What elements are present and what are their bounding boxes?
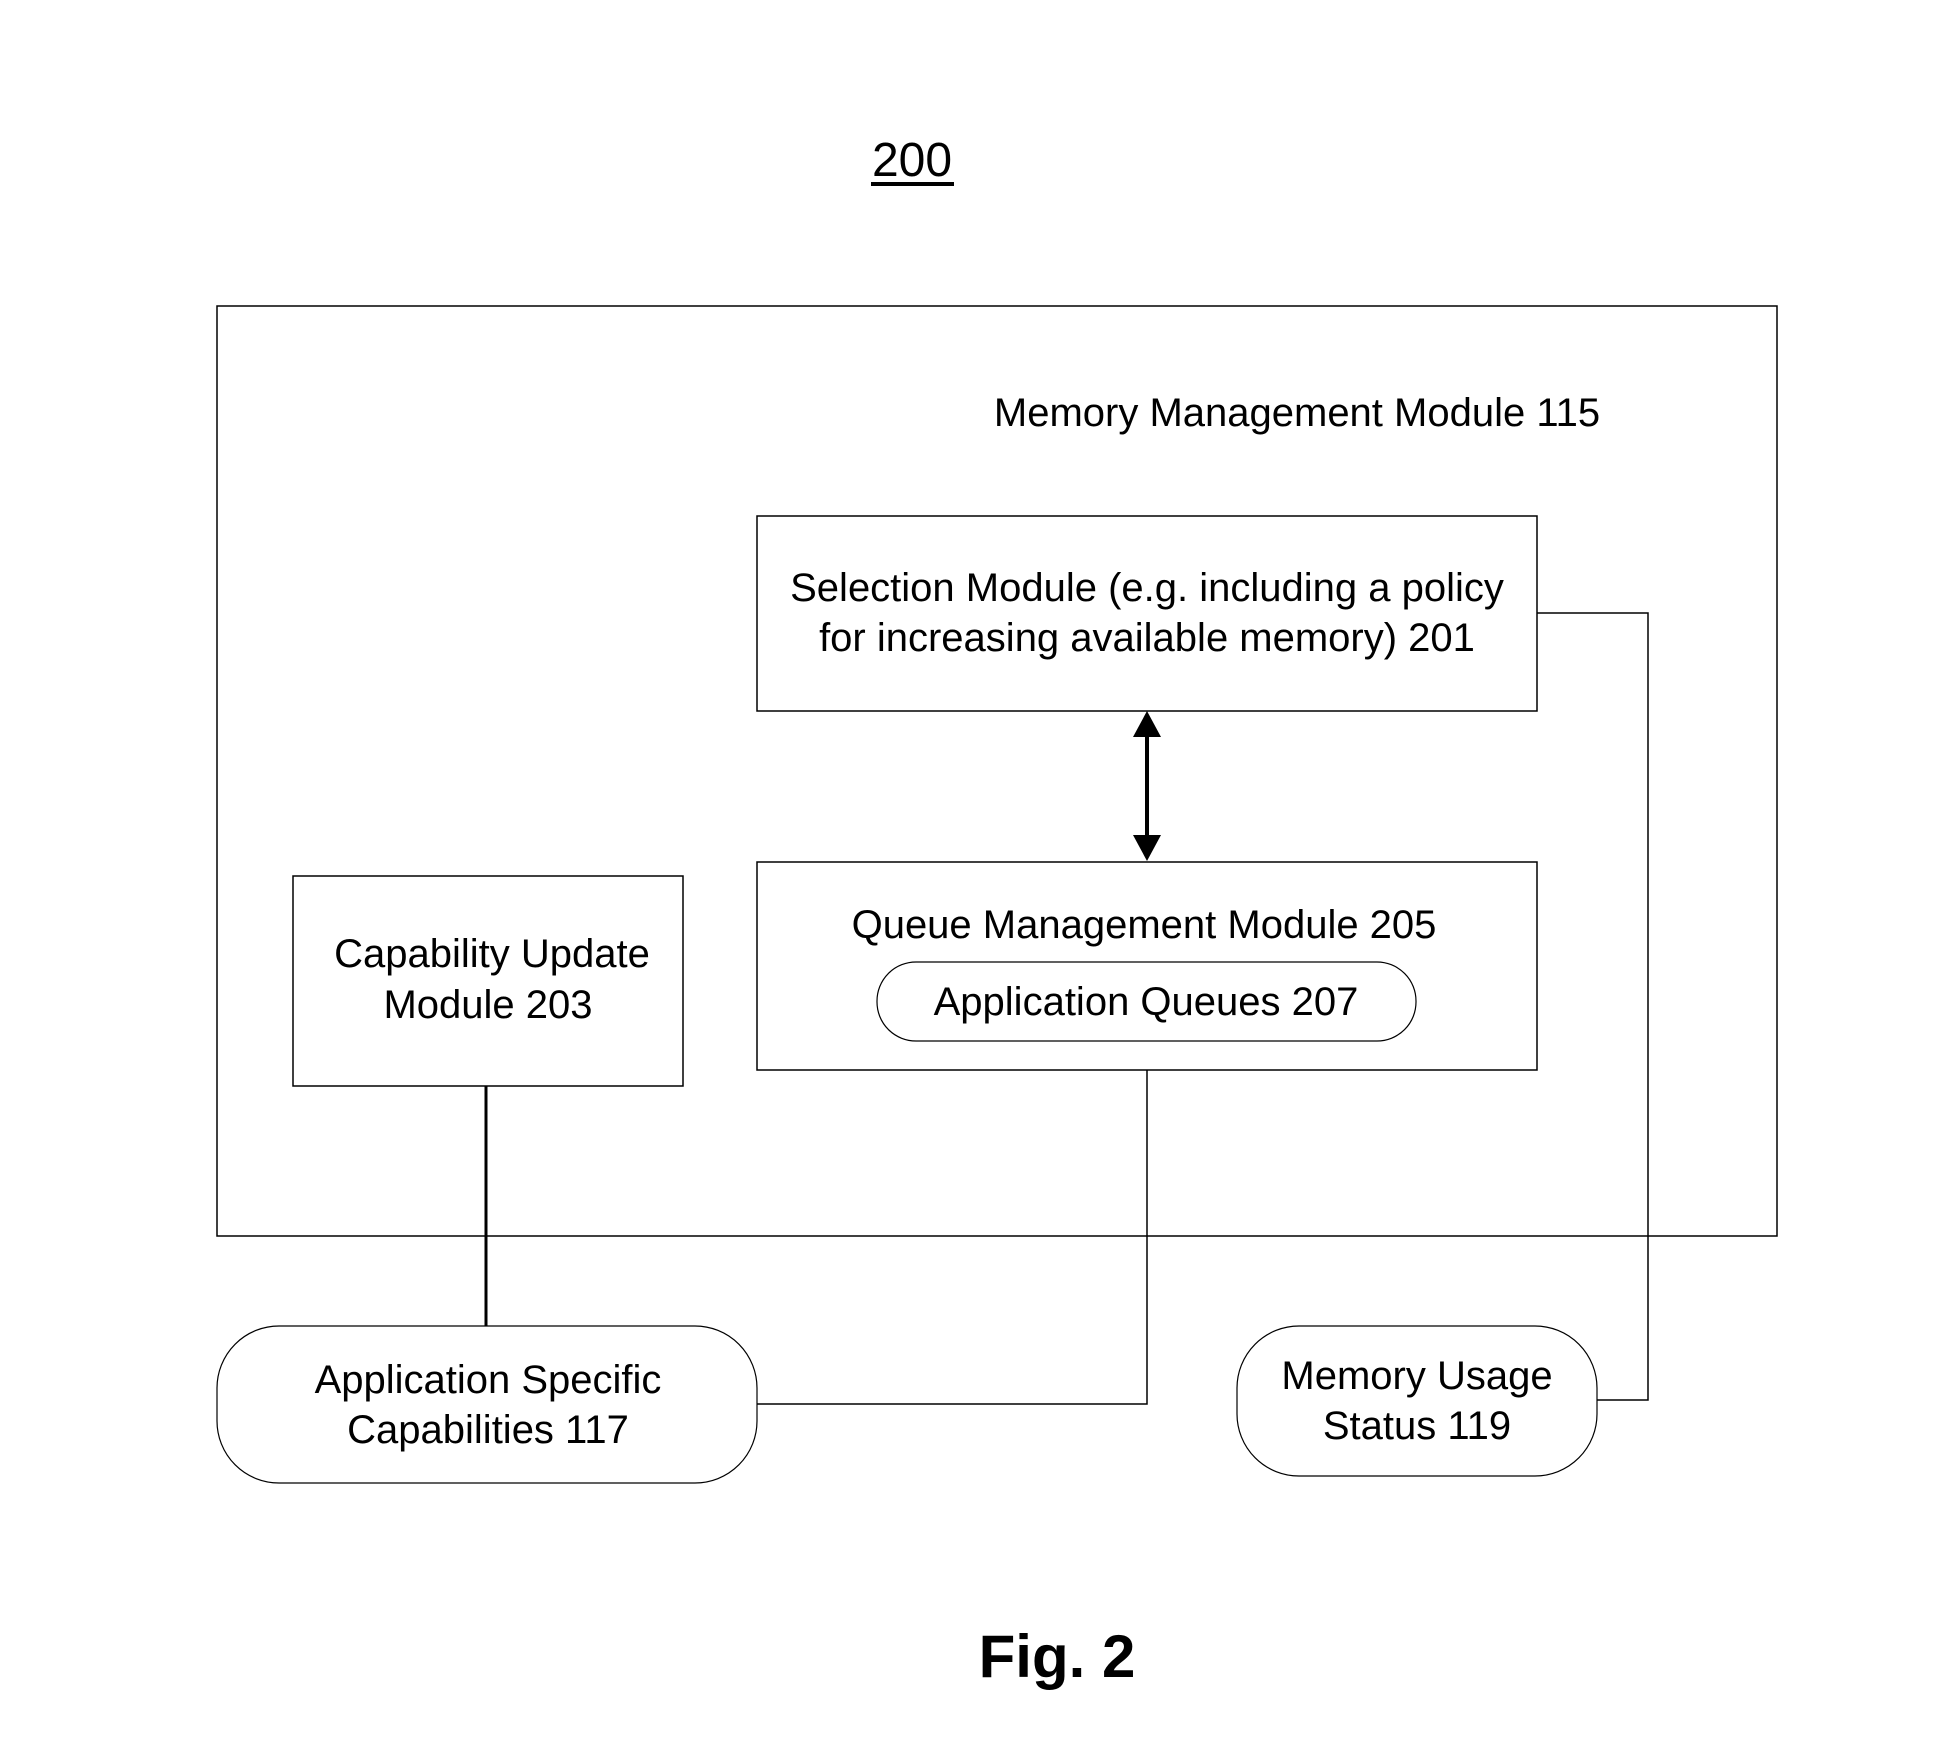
- application-specific-capabilities-label-line-2: Capabilities 117: [347, 1408, 629, 1452]
- memory-usage-status-label-line-1: Memory Usage: [1281, 1354, 1552, 1398]
- queue-management-module-label: Queue Management Module 205: [852, 903, 1437, 947]
- selection-module-label-line-2: for increasing available memory) 201: [819, 616, 1475, 660]
- selection-module-label-line-1: Selection Module (e.g. including a polic…: [790, 566, 1504, 610]
- capability-update-module-label-line-2: Module 203: [383, 983, 592, 1027]
- capability-update-module-label-line-1: Capability Update: [334, 932, 650, 976]
- selection-module-box: [756, 515, 1538, 712]
- arrow-head-up: [1133, 711, 1161, 737]
- memory-usage-status-label-line-2: Status 119: [1323, 1404, 1511, 1448]
- diagram-canvas: 200 Memory Management Module 115 Selecti…: [216, 134, 1778, 1690]
- arrow-head-down: [1133, 835, 1161, 861]
- application-specific-capabilities-label-line-1: Application Specific: [315, 1358, 662, 1402]
- memory-usage-status-pill: [1236, 1325, 1598, 1477]
- application-specific-capabilities-pill: [216, 1325, 758, 1484]
- capability-update-module-box: [292, 875, 684, 1087]
- connector-selection-to-memory-usage: [1537, 612, 1649, 1401]
- figure-reference-number: 200: [872, 134, 952, 187]
- figure-caption: Fig. 2: [979, 1623, 1136, 1690]
- bidirectional-arrow: [1133, 711, 1161, 861]
- application-queues-label: Application Queues 207: [934, 980, 1359, 1024]
- memory-management-module-box: [216, 305, 1778, 1237]
- memory-management-module-label: Memory Management Module 115: [994, 391, 1600, 435]
- connector-queue-management-to-capabilities: [757, 1070, 1148, 1405]
